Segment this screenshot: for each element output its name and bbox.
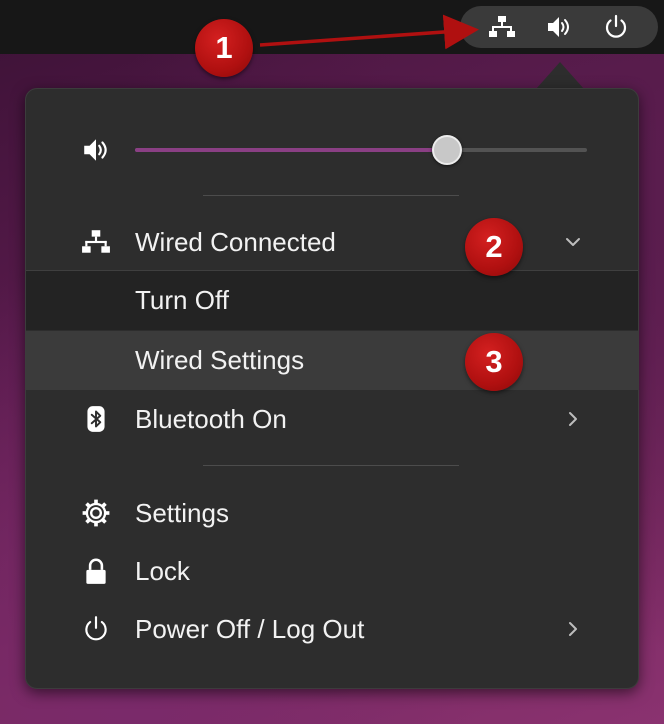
volume-icon[interactable] [544,12,574,42]
volume-slider[interactable] [135,135,587,165]
volume-row [26,127,638,173]
system-tray[interactable] [460,6,658,48]
power-icon[interactable] [601,12,631,42]
top-bar [0,0,664,54]
volume-slider-fill [135,148,447,152]
callout-badge-1: 1 [195,19,253,77]
turn-off-label: Turn Off [135,285,229,315]
network-wired-icon[interactable] [487,12,517,42]
settings-item[interactable]: Settings [26,485,638,541]
network-wired-icon [80,226,112,258]
settings-label: Settings [135,497,229,528]
power-off-label: Power Off / Log Out [135,613,365,644]
lock-icon [80,555,112,587]
menu-pointer [536,62,584,89]
lock-label: Lock [135,555,190,586]
separator [203,195,459,196]
lock-item[interactable]: Lock [26,543,638,599]
wired-settings-item[interactable]: Wired Settings [26,331,638,390]
volume-slider-knob[interactable] [432,135,462,165]
chevron-right-icon[interactable] [560,616,586,642]
wired-settings-label: Wired Settings [135,345,305,375]
bluetooth-icon [80,403,112,435]
turn-off-item[interactable]: Turn Off [26,271,638,330]
callout-badge-3: 3 [465,333,523,391]
bluetooth-item[interactable]: Bluetooth On [26,390,638,448]
chevron-down-icon[interactable] [560,229,586,255]
system-menu: Wired Connected Turn Off Wired Settings … [25,88,639,689]
power-icon [80,613,112,645]
chevron-right-icon[interactable] [560,406,586,432]
wired-submenu: Turn Off Wired Settings [26,270,638,390]
wired-network-item[interactable]: Wired Connected [26,214,638,270]
wired-network-label: Wired Connected [135,226,336,257]
callout-badge-2: 2 [465,218,523,276]
bluetooth-label: Bluetooth On [135,403,287,434]
power-off-item[interactable]: Power Off / Log Out [26,601,638,657]
separator [203,465,459,466]
volume-icon [80,134,112,166]
gear-icon [80,497,112,529]
